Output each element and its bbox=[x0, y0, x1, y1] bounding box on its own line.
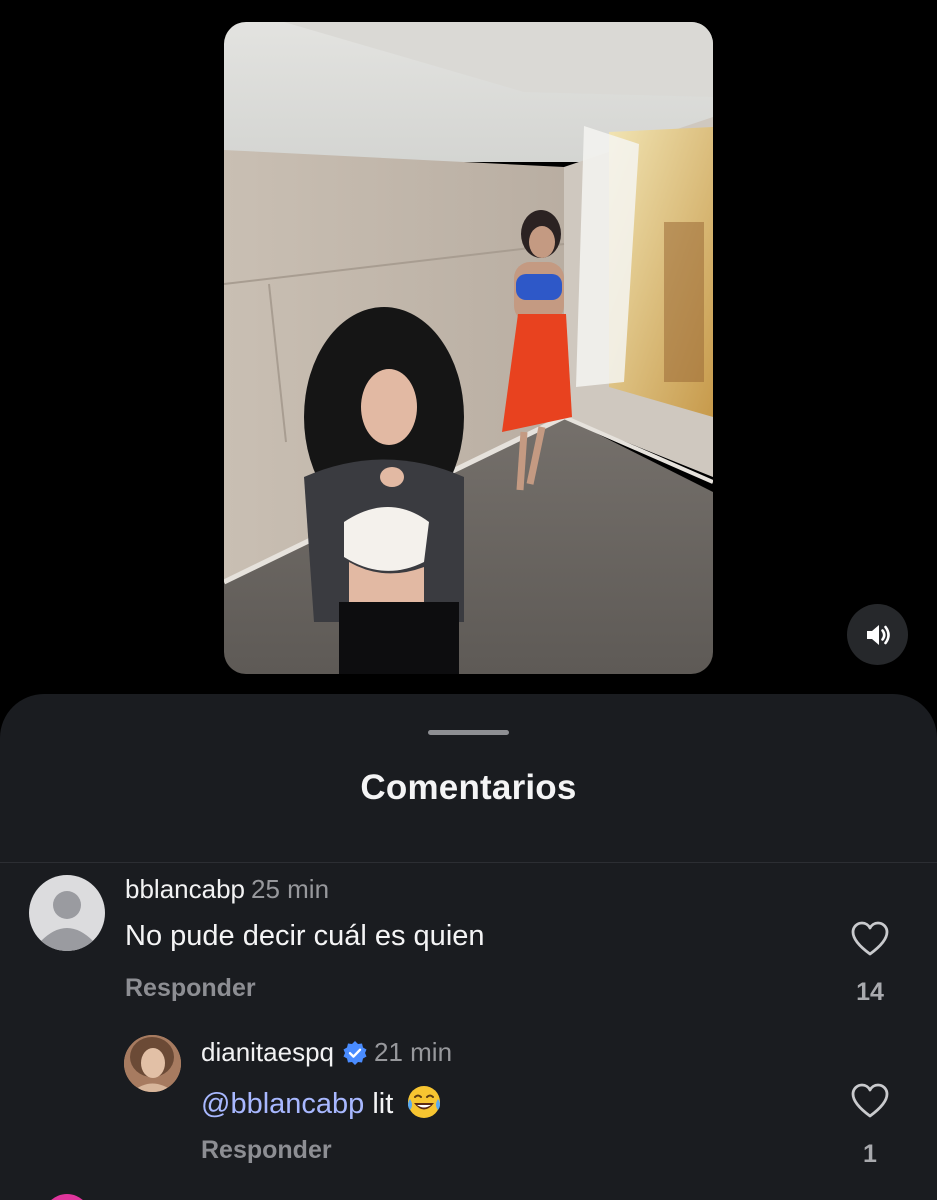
default-avatar-icon bbox=[41, 891, 93, 951]
mention-link[interactable]: @bblancabp bbox=[201, 1088, 364, 1120]
avatar[interactable] bbox=[124, 1035, 181, 1092]
reel-screen: Comentarios bblancabp 25 min No pude deci… bbox=[0, 0, 937, 1200]
reel-video[interactable] bbox=[224, 22, 713, 674]
like-count: 14 bbox=[856, 978, 884, 1006]
face-with-tears-of-joy-emoji bbox=[408, 1086, 441, 1118]
comment-time: 21 min bbox=[374, 1037, 453, 1067]
comments-sheet: Comentarios bblancabp 25 min No pude deci… bbox=[0, 694, 937, 1200]
profile-photo bbox=[124, 1035, 181, 1092]
verified-badge-icon bbox=[343, 1040, 367, 1065]
heart-outline-icon[interactable] bbox=[849, 918, 891, 960]
like-count: 1 bbox=[863, 1140, 877, 1168]
reel-video-frame bbox=[224, 22, 713, 674]
comment-body: lit bbox=[364, 1088, 394, 1120]
reply-button[interactable]: Responder bbox=[201, 1136, 332, 1165]
comment-time: 25 min bbox=[251, 874, 330, 904]
speaker-volume-icon bbox=[866, 624, 890, 645]
comment-text: @bblancabp lit bbox=[201, 1083, 443, 1121]
reply-button[interactable]: Responder bbox=[125, 974, 256, 1003]
comment-text: No pude decir cuál es quien bbox=[125, 920, 485, 952]
audio-toggle-button[interactable] bbox=[847, 604, 908, 665]
comment-username[interactable]: dianitaespq bbox=[201, 1037, 334, 1068]
sheet-title: Comentarios bbox=[360, 768, 577, 807]
avatar[interactable] bbox=[29, 875, 105, 951]
comment-username[interactable]: bblancabp bbox=[125, 874, 245, 904]
avatar[interactable] bbox=[43, 1194, 91, 1200]
comment-header: dianitaespq 21 min bbox=[201, 1037, 452, 1068]
heart-outline-icon[interactable] bbox=[849, 1080, 891, 1122]
divider bbox=[0, 862, 937, 863]
sheet-grabber[interactable] bbox=[428, 730, 509, 735]
comment-header: bblancabp 25 min bbox=[125, 874, 329, 905]
